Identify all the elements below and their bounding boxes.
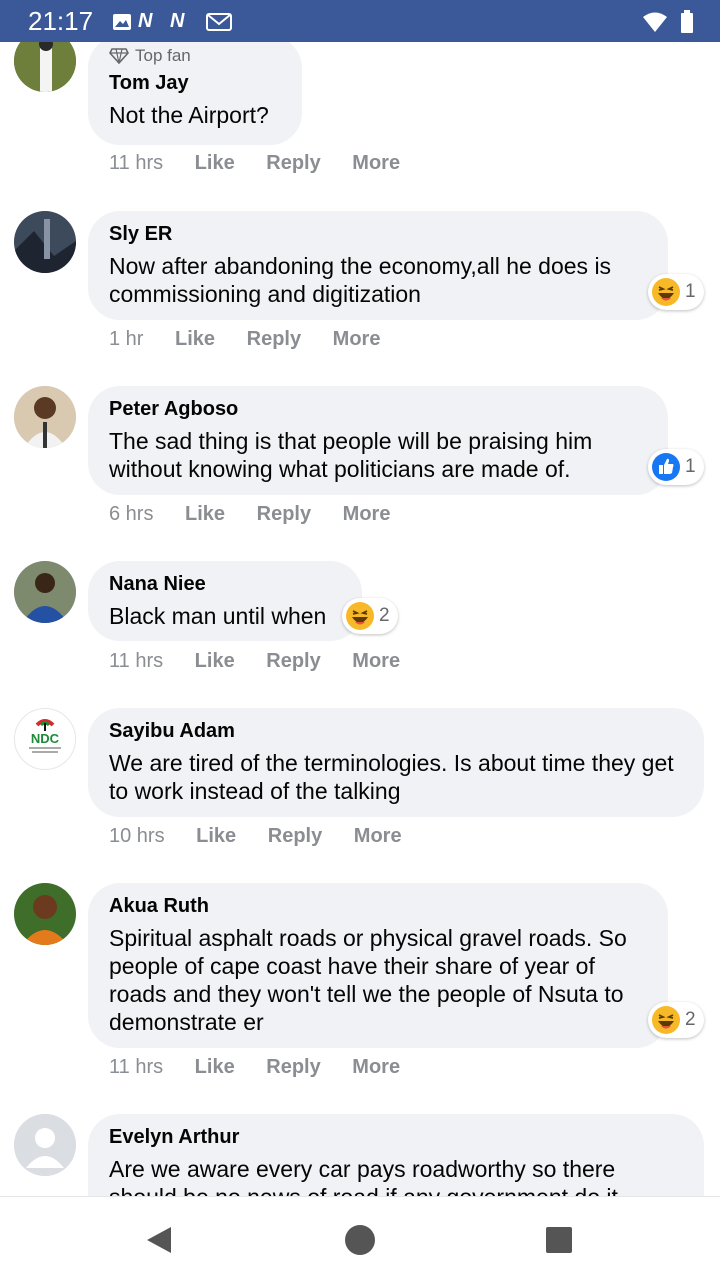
comment-time: 11 hrs (109, 1056, 164, 1078)
comment-actions: 1 hr Like Reply More (109, 328, 406, 351)
reaction-badge[interactable]: 1 (648, 274, 704, 310)
reply-button[interactable]: Reply (247, 328, 301, 350)
comment-bubble[interactable]: Sly ER Now after abandoning the economy,… (88, 211, 668, 320)
more-button[interactable]: More (352, 152, 400, 174)
comment-actions: 11 hrs Like Reply More (109, 1056, 426, 1079)
reply-button[interactable]: Reply (266, 152, 320, 174)
like-button[interactable]: Like (195, 1056, 235, 1078)
comment-bubble[interactable]: Sayibu Adam We are tired of the terminol… (88, 708, 704, 817)
avatar[interactable] (14, 561, 76, 623)
haha-reaction-icon (652, 1006, 680, 1034)
system-icons (642, 8, 694, 34)
more-button[interactable]: More (352, 1056, 400, 1078)
reaction-count: 1 (685, 281, 696, 302)
more-button[interactable]: More (343, 503, 391, 525)
status-bar: 21:17 N N (0, 0, 720, 42)
comment-time: 11 hrs (109, 152, 164, 174)
comment-bubble[interactable]: Nana Niee Black man until when (88, 561, 362, 641)
reply-button[interactable]: Reply (266, 1056, 320, 1078)
comment-text: Now after abandoning the economy,all he … (109, 253, 612, 307)
like-button[interactable]: Like (195, 152, 235, 174)
svg-text:NDC: NDC (31, 731, 60, 746)
avatar-photo (14, 883, 76, 945)
comment-text: The sad thing is that people will be pra… (109, 428, 593, 482)
ndc-logo-icon: NDC (29, 719, 61, 753)
top-fan-label: Top fan (135, 46, 191, 65)
reaction-count: 1 (685, 456, 696, 477)
more-button[interactable]: More (352, 650, 400, 672)
more-button[interactable]: More (333, 328, 381, 350)
reaction-badge[interactable]: 2 (648, 1002, 704, 1038)
comment-bubble[interactable]: Top fan Tom Jay Not the Airport? (88, 42, 302, 145)
comment-bubble[interactable]: Evelyn Arthur Are we aware every car pay… (88, 1114, 704, 1196)
comment-bubble[interactable]: Akua Ruth Spiritual asphalt roads or phy… (88, 883, 668, 1048)
back-button-icon (147, 1227, 171, 1253)
avatar[interactable]: NDC (14, 708, 76, 770)
commenter-name[interactable]: Akua Ruth (109, 895, 648, 918)
comment-text: Spiritual asphalt roads or physical grav… (109, 925, 627, 1035)
commenter-name[interactable]: Nana Niee (109, 573, 342, 596)
avatar-photo (14, 561, 76, 623)
commenter-name[interactable]: Peter Agboso (109, 398, 648, 421)
reply-button[interactable]: Reply (266, 650, 320, 672)
nav-buttons (147, 1225, 572, 1255)
reaction-badge[interactable]: 1 (648, 449, 704, 485)
reaction-count: 2 (685, 1009, 696, 1030)
avatar[interactable] (14, 883, 76, 945)
comment-feed[interactable]: Top fan Tom Jay Not the Airport? 11 hrs … (0, 42, 720, 1196)
commenter-name[interactable]: Tom Jay (109, 72, 282, 95)
gmail-icon (206, 12, 233, 31)
commenter-name[interactable]: Sayibu Adam (109, 720, 684, 743)
system-navigation-bar (0, 1196, 720, 1281)
wifi-icon (642, 12, 667, 33)
gallery-icon (113, 13, 131, 30)
like-reaction-icon (652, 453, 680, 481)
status-time: 21:17 (28, 6, 94, 36)
home-button-icon (345, 1225, 375, 1255)
comment-actions: 11 hrs Like Reply More (109, 152, 426, 175)
comment-actions: 11 hrs Like Reply More (109, 650, 426, 673)
like-button[interactable]: Like (185, 503, 225, 525)
comment-text: Not the Airport? (109, 102, 269, 128)
reaction-count: 2 (379, 605, 390, 626)
reaction-badge[interactable]: 2 (342, 598, 398, 634)
haha-reaction-icon (346, 602, 374, 630)
comment-time: 11 hrs (109, 650, 164, 672)
default-avatar-icon (14, 1114, 76, 1176)
like-button[interactable]: Like (195, 650, 235, 672)
avatar-photo (14, 42, 76, 92)
comment-time: 1 hr (109, 328, 144, 350)
avatar-photo (14, 386, 76, 448)
avatar[interactable] (14, 42, 76, 92)
notification-icons: N N (112, 10, 233, 33)
comment-time: 6 hrs (109, 503, 154, 525)
more-button[interactable]: More (354, 825, 402, 847)
avatar-photo (14, 211, 76, 273)
comment-text: Are we aware every car pays roadworthy s… (109, 1156, 618, 1196)
recents-button-icon (546, 1227, 572, 1253)
comment-time: 10 hrs (109, 825, 165, 847)
comment-text: Black man until when (109, 603, 327, 629)
top-fan-badge: Top fan (109, 46, 282, 66)
reply-button[interactable]: Reply (257, 503, 311, 525)
avatar[interactable] (14, 386, 76, 448)
battery-icon (681, 10, 693, 34)
comment-actions: 6 hrs Like Reply More (109, 503, 416, 526)
reply-button[interactable]: Reply (268, 825, 322, 847)
like-button[interactable]: Like (175, 328, 215, 350)
avatar[interactable] (14, 211, 76, 273)
comment-actions: 10 hrs Like Reply More (109, 825, 428, 848)
comment-text: We are tired of the terminologies. Is ab… (109, 750, 674, 804)
avatar[interactable] (14, 1114, 76, 1176)
like-button[interactable]: Like (196, 825, 236, 847)
comment-bubble[interactable]: Peter Agboso The sad thing is that peopl… (88, 386, 668, 495)
haha-reaction-icon (652, 278, 680, 306)
commenter-name[interactable]: Sly ER (109, 223, 648, 246)
commenter-name[interactable]: Evelyn Arthur (109, 1126, 684, 1149)
diamond-icon (109, 48, 129, 64)
